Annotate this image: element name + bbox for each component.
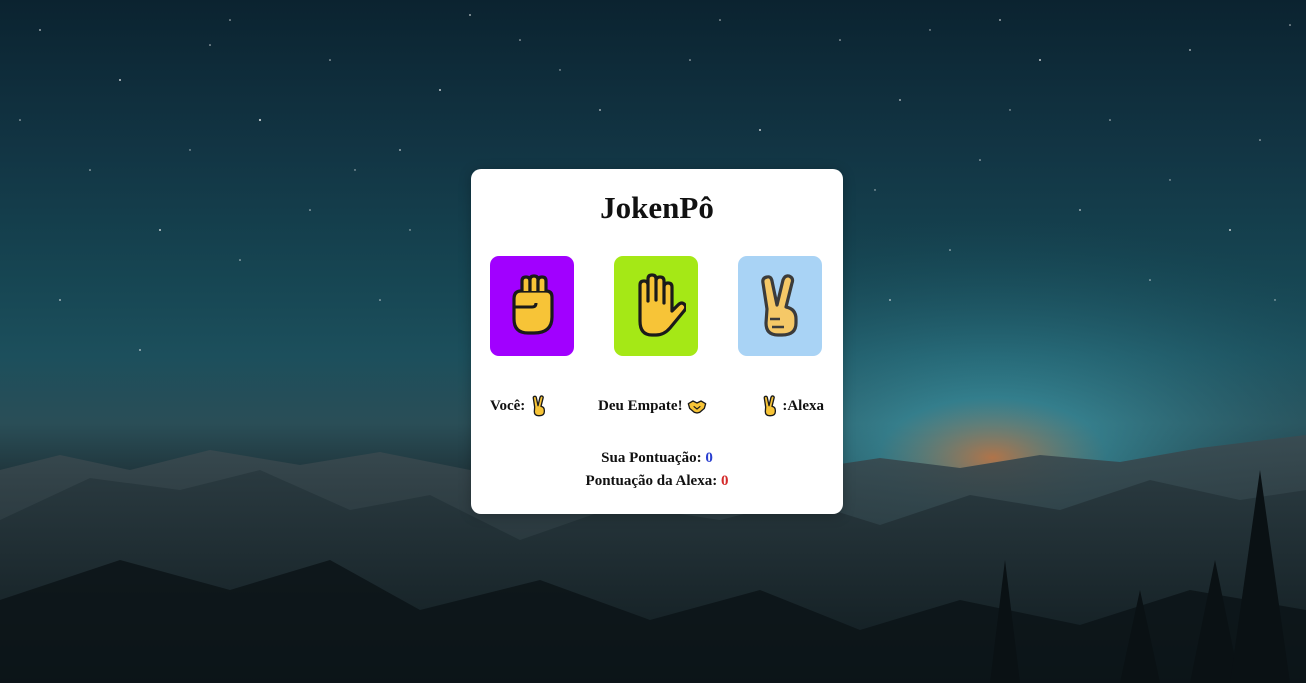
night-sky-background: JokenPô Você: Deu Empate!:Alexa Sua Pon… <box>0 0 1306 683</box>
paper-button[interactable] <box>614 256 698 356</box>
raised-hand-icon <box>638 273 686 337</box>
victory-hand-icon <box>532 395 546 417</box>
scoreboard: Sua Pontuação: 0 Pontuação da Alexa: 0 <box>471 447 843 493</box>
page-title: JokenPô <box>600 190 714 225</box>
handshake-icon <box>687 400 706 414</box>
rock-button[interactable] <box>490 256 574 356</box>
game-card: JokenPô Você: Deu Empate!:Alexa Sua Pon… <box>471 169 843 514</box>
victory-hand-icon <box>761 274 798 337</box>
scissors-button[interactable] <box>738 256 822 356</box>
player-score-line: Sua Pontuação: 0 <box>471 447 843 470</box>
result-verdict: Deu Empate! <box>598 395 707 417</box>
raised-fist-icon <box>512 274 554 335</box>
alexa-score-line: Pontuação da Alexa: 0 <box>471 470 843 493</box>
alexa-choice: :Alexa <box>760 395 824 417</box>
player-choice: Você: <box>490 395 549 417</box>
result-row: Você: Deu Empate! :Alexa <box>490 395 824 419</box>
alexa-label: :Alexa <box>782 397 824 414</box>
alexa-score-value: 0 <box>720 473 729 489</box>
verdict-text: Deu Empate! <box>598 397 683 414</box>
player-score-value: 0 <box>705 450 713 466</box>
alexa-score-label: Pontuação da Alexa: <box>585 473 718 489</box>
player-label: Você: <box>490 397 526 414</box>
victory-hand-icon <box>763 395 777 417</box>
player-score-label: Sua Pontuação: <box>601 450 702 466</box>
